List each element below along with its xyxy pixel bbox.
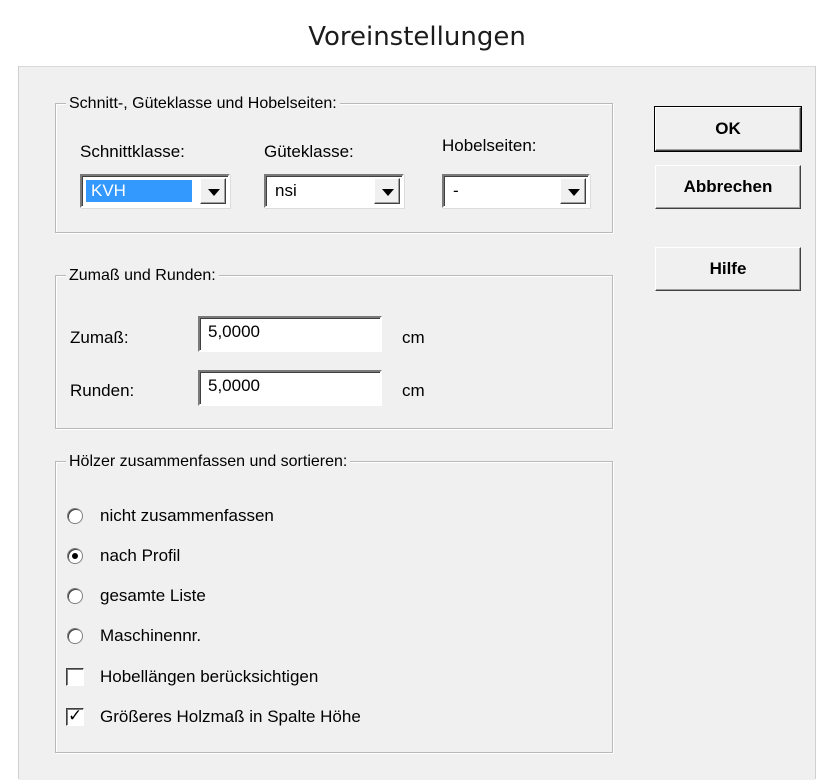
radio-nicht-zusammenfassen-label[interactable]: nicht zusammenfassen (100, 506, 274, 526)
hobelseiten-value: - (453, 181, 459, 200)
gueteklasse-dropdown[interactable]: nsi (264, 174, 404, 208)
checkmark-icon: ✓ (68, 706, 83, 726)
help-button[interactable]: Hilfe (655, 247, 801, 291)
zumass-group: Zumaß und Runden: Zumaß: 5,0000 cm Runde… (55, 266, 613, 429)
chevron-down-icon[interactable] (374, 178, 400, 204)
zumass-unit: cm (402, 328, 425, 347)
window-title: Voreinstellungen (308, 22, 526, 52)
ok-button[interactable]: OK (654, 106, 802, 152)
cancel-button[interactable]: Abbrechen (655, 165, 801, 209)
zumass-label: Zumaß: (70, 328, 129, 347)
schnittklasse-dropdown[interactable]: KVH (80, 174, 230, 208)
radio-maschinennr[interactable] (67, 628, 83, 644)
schnitt-group-legend: Schnitt-, Güteklasse und Hobelseiten: (66, 94, 340, 114)
hobelseiten-label: Hobelseiten: (442, 136, 537, 155)
schnittklasse-value: KVH (86, 180, 192, 202)
hoelzer-group: Hölzer zusammenfassen und sortieren: nic… (55, 452, 613, 753)
checkbox-groesseres-holzmass[interactable]: ✓ (66, 706, 84, 726)
radio-nicht-zusammenfassen[interactable] (67, 508, 83, 524)
window-border-right (815, 66, 816, 779)
runden-input[interactable]: 5,0000 (198, 370, 382, 406)
radio-nach-profil[interactable] (67, 548, 83, 564)
hobelseiten-dropdown[interactable]: - (442, 174, 590, 208)
radio-maschinennr-label[interactable]: Maschinennr. (100, 626, 201, 646)
checkbox-hobellaengen[interactable] (66, 668, 84, 686)
checkbox-hobellaengen-label[interactable]: Hobellängen berücksichtigen (100, 667, 318, 687)
zumass-group-legend: Zumaß und Runden: (66, 266, 219, 286)
chevron-down-icon[interactable] (560, 178, 586, 204)
zumass-input[interactable]: 5,0000 (198, 316, 382, 352)
schnitt-group: Schnitt-, Güteklasse und Hobelseiten: Sc… (55, 94, 613, 233)
radio-nach-profil-label[interactable]: nach Profil (100, 546, 180, 566)
gueteklasse-value: nsi (275, 181, 297, 200)
radio-gesamte-liste-label[interactable]: gesamte Liste (100, 586, 206, 606)
radio-gesamte-liste[interactable] (67, 588, 83, 604)
gueteklasse-label: Güteklasse: (264, 142, 354, 161)
dialog-client-area: Schnitt-, Güteklasse und Hobelseiten: Sc… (19, 66, 815, 780)
checkbox-groesseres-holzmass-label[interactable]: Größeres Holzmaß in Spalte Höhe (100, 707, 361, 727)
chevron-down-icon[interactable] (200, 178, 226, 204)
title-bar: Voreinstellungen (0, 0, 834, 66)
runden-label: Runden: (70, 381, 135, 400)
schnittklasse-label: Schnittklasse: (80, 142, 185, 161)
runden-unit: cm (402, 381, 425, 400)
hoelzer-group-legend: Hölzer zusammenfassen und sortieren: (66, 452, 351, 472)
